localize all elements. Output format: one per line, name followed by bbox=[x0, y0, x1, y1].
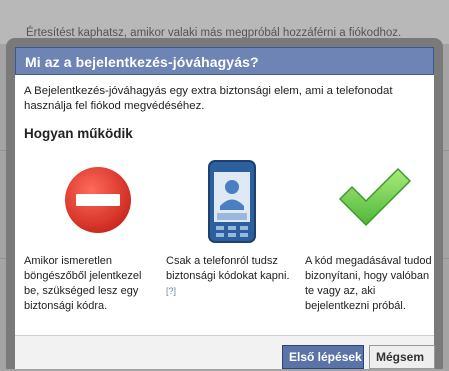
step-1-text: Amikor ismeretlen böngészőből jelentkeze… bbox=[24, 255, 142, 312]
help-link[interactable]: [?] bbox=[166, 286, 176, 296]
cancel-button[interactable]: Mégsem bbox=[369, 345, 435, 369]
get-started-button[interactable]: Első lépések bbox=[282, 345, 364, 369]
step-2-text: Csak a telefonról tudsz biztonsági kódok… bbox=[166, 254, 296, 299]
dialog-title: Mi az a bejelentkezés-jóváhagyás? bbox=[15, 47, 434, 75]
section-title: Hogyan működik bbox=[24, 126, 133, 141]
phone-icon bbox=[208, 160, 256, 243]
dialog-footer: Első lépések Mégsem bbox=[15, 335, 435, 369]
step-2-label: Csak a telefonról tudsz biztonsági kódok… bbox=[166, 255, 290, 282]
step-3-text: A kód megadásával tudod bizonyítani, hog… bbox=[305, 255, 432, 312]
dialog-intro-text: A Bejelentkezés-jóváhagyás egy extra biz… bbox=[24, 85, 393, 112]
login-approval-dialog: Mi az a bejelentkezés-jóváhagyás? A Beje… bbox=[6, 38, 443, 369]
checkmark-icon bbox=[338, 167, 412, 229]
stop-icon bbox=[63, 165, 133, 235]
